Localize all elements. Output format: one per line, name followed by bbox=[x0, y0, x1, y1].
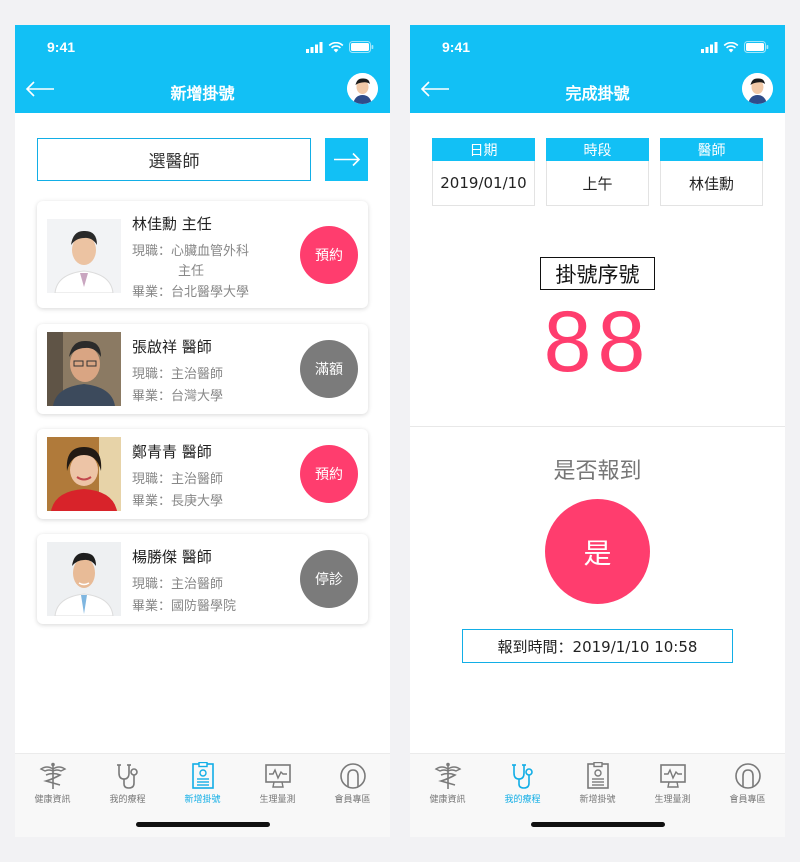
home-indicator bbox=[531, 822, 665, 827]
select-doctor-field[interactable]: 選醫師 bbox=[37, 138, 311, 181]
full-button[interactable]: 滿額 bbox=[300, 340, 358, 398]
member-icon bbox=[734, 763, 761, 789]
user-avatar[interactable] bbox=[742, 73, 773, 104]
doctor-position: 現職：心臟血管外科 bbox=[132, 244, 250, 259]
battery-icon bbox=[349, 41, 374, 53]
tab-label: 健康資訊 bbox=[34, 795, 71, 805]
checkin-time: 報到時間：2019/1/10 10:58 bbox=[462, 629, 733, 663]
info-value: 上午 bbox=[546, 161, 649, 206]
doctor-position-cont: 主任 bbox=[178, 264, 205, 279]
info-header: 時段 bbox=[546, 138, 649, 161]
tab-member[interactable]: 會員專區 bbox=[315, 762, 390, 805]
signal-icon bbox=[701, 41, 718, 53]
info-session: 時段 上午 bbox=[546, 138, 649, 206]
tab-label: 新增掛號 bbox=[184, 795, 221, 805]
tab-my-treatment[interactable]: 我的療程 bbox=[485, 762, 560, 805]
info-value: 林佳勳 bbox=[660, 161, 763, 206]
tab-new-registration[interactable]: 新增掛號 bbox=[165, 762, 240, 805]
registration-icon bbox=[191, 762, 214, 789]
info-header: 醫師 bbox=[660, 138, 763, 161]
page-title: 完成掛號 bbox=[565, 84, 630, 103]
doctor-photo bbox=[47, 437, 121, 511]
doctor-school: 畢業：長庚大學 bbox=[132, 494, 224, 509]
status-time: 9:41 bbox=[47, 39, 76, 55]
status-icons bbox=[701, 41, 769, 53]
tab-member[interactable]: 會員專區 bbox=[710, 762, 785, 805]
suspended-button[interactable]: 停診 bbox=[300, 550, 358, 608]
info-header: 日期 bbox=[432, 138, 535, 161]
checkin-question: 是否報到 bbox=[553, 459, 642, 484]
tab-label: 生理量測 bbox=[259, 795, 296, 805]
doctor-name: 鄭青青 醫師 bbox=[132, 443, 212, 461]
tab-health-info[interactable]: 健康資訊 bbox=[15, 762, 90, 805]
caduceus-icon bbox=[39, 762, 66, 789]
serial-label: 掛號序號 bbox=[540, 257, 655, 290]
header-bar: 9:41 新增掛號 bbox=[15, 25, 390, 113]
doctor-position: 現職：主治醫師 bbox=[132, 577, 224, 592]
next-button[interactable] bbox=[325, 138, 368, 181]
doctor-photo bbox=[47, 332, 121, 406]
doctor-card[interactable]: 楊勝傑 醫師 現職：主治醫師 畢業：國防醫學院 停診 bbox=[37, 534, 368, 624]
doctor-card[interactable]: 林佳勳 主任 現職：心臟血管外科 主任 畢業：台北醫學大學 預約 bbox=[37, 201, 368, 308]
checkin-yes-button[interactable]: 是 bbox=[545, 499, 650, 604]
info-value: 2019/01/10 bbox=[432, 161, 535, 206]
wifi-icon bbox=[723, 41, 739, 52]
doctor-name: 張啟祥 醫師 bbox=[132, 338, 212, 356]
status-time: 9:41 bbox=[442, 39, 471, 55]
tab-measurement[interactable]: 生理量測 bbox=[635, 762, 710, 805]
monitor-icon bbox=[659, 764, 686, 788]
info-date: 日期 2019/01/10 bbox=[432, 138, 535, 206]
tab-my-treatment[interactable]: 我的療程 bbox=[90, 762, 165, 805]
signal-icon bbox=[306, 41, 323, 53]
doctor-name: 林佳勳 主任 bbox=[132, 215, 212, 233]
registration-icon bbox=[586, 762, 609, 789]
stethoscope-icon bbox=[116, 764, 138, 789]
doctor-position: 現職：主治醫師 bbox=[132, 367, 224, 382]
doctor-position: 現職：主治醫師 bbox=[132, 472, 224, 487]
user-avatar[interactable] bbox=[347, 73, 378, 104]
tab-label: 會員專區 bbox=[729, 795, 766, 805]
doctor-school: 畢業：台灣大學 bbox=[132, 389, 224, 404]
doctor-school: 畢業：國防醫學院 bbox=[132, 599, 237, 614]
tab-label: 生理量測 bbox=[654, 795, 691, 805]
divider bbox=[410, 426, 785, 427]
home-indicator bbox=[136, 822, 270, 827]
tab-label: 我的療程 bbox=[109, 795, 146, 805]
doctor-photo bbox=[47, 219, 121, 293]
wifi-icon bbox=[328, 41, 344, 52]
tab-label: 我的療程 bbox=[504, 795, 541, 805]
tab-label: 會員專區 bbox=[334, 795, 371, 805]
monitor-icon bbox=[264, 764, 291, 788]
book-button[interactable]: 預約 bbox=[300, 226, 358, 284]
doctor-photo bbox=[47, 542, 121, 616]
tab-label: 新增掛號 bbox=[579, 795, 616, 805]
member-icon bbox=[339, 763, 366, 789]
tab-label: 健康資訊 bbox=[429, 795, 466, 805]
page-title: 新增掛號 bbox=[170, 84, 235, 103]
book-button[interactable]: 預約 bbox=[300, 445, 358, 503]
info-doctor: 醫師 林佳勳 bbox=[660, 138, 763, 206]
header-bar: 9:41 完成掛號 bbox=[410, 25, 785, 113]
tab-new-registration[interactable]: 新增掛號 bbox=[560, 762, 635, 805]
serial-number: 88 bbox=[543, 294, 652, 390]
battery-icon bbox=[744, 41, 769, 53]
tab-health-info[interactable]: 健康資訊 bbox=[410, 762, 485, 805]
stethoscope-icon bbox=[511, 764, 533, 789]
doctor-name: 楊勝傑 醫師 bbox=[132, 548, 212, 566]
doctor-card[interactable]: 張啟祥 醫師 現職：主治醫師 畢業：台灣大學 滿額 bbox=[37, 324, 368, 414]
new-registration-screen: 9:41 新增掛號 選醫師 林佳勳 主任 現職：心臟血管外科 主任 畢業：台北醫… bbox=[15, 25, 390, 837]
doctor-card[interactable]: 鄭青青 醫師 現職：主治醫師 畢業：長庚大學 預約 bbox=[37, 429, 368, 519]
caduceus-icon bbox=[434, 762, 461, 789]
registration-complete-screen: 9:41 完成掛號 日期 2019/01/10 時段 上午 醫師 林佳勳 掛號序… bbox=[410, 25, 785, 837]
tab-measurement[interactable]: 生理量測 bbox=[240, 762, 315, 805]
right-arrow-icon bbox=[334, 152, 361, 167]
doctor-school: 畢業：台北醫學大學 bbox=[132, 285, 250, 300]
status-icons bbox=[306, 41, 374, 53]
